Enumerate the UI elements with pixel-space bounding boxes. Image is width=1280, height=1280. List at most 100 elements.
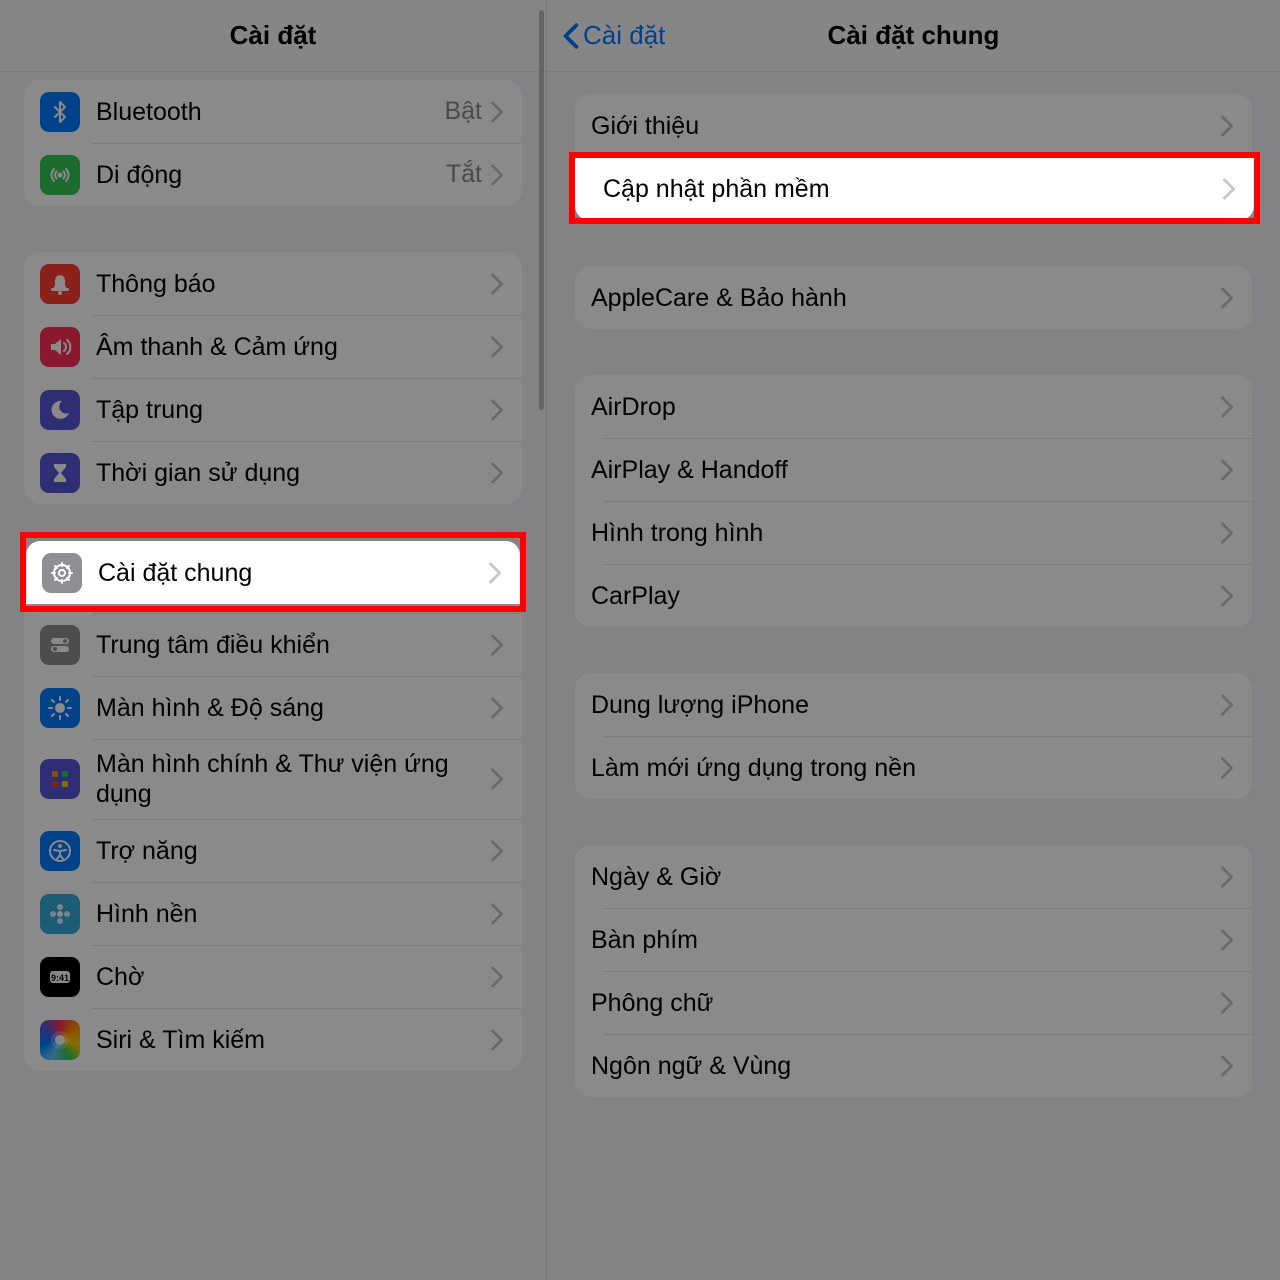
- gear-icon: [40, 562, 80, 602]
- row-label: Hình trong hình: [591, 518, 1220, 548]
- chevron-right-icon: [490, 571, 504, 593]
- antenna-icon: [40, 155, 80, 195]
- chevron-right-icon: [1220, 459, 1234, 481]
- chevron-right-icon: [1220, 287, 1234, 309]
- chevron-right-icon: [1220, 585, 1234, 607]
- row-label: CarPlay: [591, 581, 1220, 611]
- bell-icon: [40, 264, 80, 304]
- group-general: Cài đặt chung Trung tâm điều khiển Màn h…: [24, 550, 522, 1071]
- row-label: Âm thanh & Cảm ứng: [96, 332, 490, 362]
- group-intl: Ngày & Giờ Bàn phím Phông chữ Ngôn ngữ &…: [575, 845, 1252, 1097]
- accessibility-icon: [40, 831, 80, 871]
- settings-pane: Cài đặt Bluetooth Bật Di động Tắt Thông …: [0, 0, 546, 1280]
- row-bg-refresh[interactable]: Làm mới ứng dụng trong nền: [575, 736, 1252, 799]
- moon-icon: [40, 390, 80, 430]
- row-standby[interactable]: Chờ: [24, 945, 522, 1008]
- row-label: Di động: [96, 160, 446, 190]
- row-general[interactable]: Cài đặt chung: [24, 550, 522, 613]
- chevron-right-icon: [490, 273, 504, 295]
- row-focus[interactable]: Tập trung: [24, 378, 522, 441]
- row-label: Trung tâm điều khiển: [96, 630, 490, 660]
- row-wallpaper[interactable]: Hình nền: [24, 882, 522, 945]
- row-sounds[interactable]: Âm thanh & Cảm ứng: [24, 315, 522, 378]
- speaker-icon: [40, 327, 80, 367]
- group-connectivity: Bluetooth Bật Di động Tắt: [24, 80, 522, 206]
- bluetooth-icon: [40, 92, 80, 132]
- row-label: Màn hình & Độ sáng: [96, 693, 490, 723]
- row-label: Màn hình chính & Thư viện ứng dụng: [96, 749, 490, 809]
- chevron-right-icon: [1220, 178, 1234, 200]
- row-home-screen[interactable]: Màn hình chính & Thư viện ứng dụng: [24, 739, 522, 819]
- chevron-right-icon: [490, 697, 504, 719]
- row-label: AirPlay & Handoff: [591, 455, 1220, 485]
- chevron-right-icon: [490, 966, 504, 988]
- row-display[interactable]: Màn hình & Độ sáng: [24, 676, 522, 739]
- siri-icon: [40, 1020, 80, 1060]
- chevron-right-icon: [490, 462, 504, 484]
- group-air: AirDrop AirPlay & Handoff Hình trong hìn…: [575, 375, 1252, 627]
- chevron-right-icon: [1220, 694, 1234, 716]
- back-button[interactable]: Cài đặt: [563, 20, 665, 51]
- row-airdrop[interactable]: AirDrop: [575, 375, 1252, 438]
- row-keyboard[interactable]: Bàn phím: [575, 908, 1252, 971]
- row-label: Giới thiệu: [591, 111, 1220, 141]
- row-notifications[interactable]: Thông báo: [24, 252, 522, 315]
- chevron-right-icon: [1220, 115, 1234, 137]
- row-label: Bàn phím: [591, 925, 1220, 955]
- row-label: AppleCare & Bảo hành: [591, 283, 1220, 313]
- row-label: Hình nền: [96, 899, 490, 929]
- chevron-right-icon: [490, 903, 504, 925]
- chevron-right-icon: [490, 101, 504, 123]
- row-pip[interactable]: Hình trong hình: [575, 501, 1252, 564]
- row-about[interactable]: Giới thiệu: [575, 94, 1252, 157]
- row-label: Thông báo: [96, 269, 490, 299]
- row-carplay[interactable]: CarPlay: [575, 564, 1252, 627]
- row-bluetooth[interactable]: Bluetooth Bật: [24, 80, 522, 143]
- group-about: Giới thiệu Cập nhật phần mềm: [575, 94, 1252, 220]
- chevron-left-icon: [563, 23, 579, 49]
- switches-icon: [40, 625, 80, 665]
- group-applecare: AppleCare & Bảo hành: [575, 266, 1252, 329]
- hourglass-icon: [40, 453, 80, 493]
- row-screen-time[interactable]: Thời gian sử dụng: [24, 441, 522, 504]
- row-control-center[interactable]: Trung tâm điều khiển: [24, 613, 522, 676]
- chevron-right-icon: [1220, 1055, 1234, 1077]
- row-airplay[interactable]: AirPlay & Handoff: [575, 438, 1252, 501]
- row-cellular[interactable]: Di động Tắt: [24, 143, 522, 206]
- clock-icon: [40, 957, 80, 997]
- row-siri[interactable]: Siri & Tìm kiếm: [24, 1008, 522, 1071]
- row-accessibility[interactable]: Trợ năng: [24, 819, 522, 882]
- chevron-right-icon: [1220, 866, 1234, 888]
- scrollbar[interactable]: [539, 10, 544, 410]
- settings-scroll[interactable]: Bluetooth Bật Di động Tắt Thông báo Âm t…: [0, 80, 546, 1071]
- row-fonts[interactable]: Phông chữ: [575, 971, 1252, 1034]
- chevron-right-icon: [490, 336, 504, 358]
- row-label: Tập trung: [96, 395, 490, 425]
- row-label: Bluetooth: [96, 97, 444, 127]
- row-software-update[interactable]: Cập nhật phần mềm: [575, 157, 1252, 220]
- chevron-right-icon: [490, 634, 504, 656]
- back-label: Cài đặt: [583, 20, 665, 51]
- row-label: AirDrop: [591, 392, 1220, 422]
- row-date-time[interactable]: Ngày & Giờ: [575, 845, 1252, 908]
- general-navbar: Cài đặt Cài đặt chung: [547, 0, 1280, 72]
- row-label: Dung lượng iPhone: [591, 690, 1220, 720]
- settings-navbar: Cài đặt: [0, 0, 546, 72]
- row-label: Cập nhật phần mềm: [591, 174, 1220, 204]
- chevron-right-icon: [1220, 757, 1234, 779]
- row-storage[interactable]: Dung lượng iPhone: [575, 673, 1252, 736]
- row-label: Làm mới ứng dụng trong nền: [591, 753, 1220, 783]
- row-language[interactable]: Ngôn ngữ & Vùng: [575, 1034, 1252, 1097]
- row-label: Chờ: [96, 962, 490, 992]
- row-applecare[interactable]: AppleCare & Bảo hành: [575, 266, 1252, 329]
- sun-icon: [40, 688, 80, 728]
- chevron-right-icon: [1220, 929, 1234, 951]
- row-label: Thời gian sử dụng: [96, 458, 490, 488]
- general-title: Cài đặt chung: [828, 20, 1000, 51]
- general-scroll[interactable]: Giới thiệu Cập nhật phần mềm AppleCare &…: [547, 94, 1280, 1097]
- row-label: Cài đặt chung: [96, 567, 490, 597]
- chevron-right-icon: [490, 1029, 504, 1051]
- row-value: Bật: [444, 97, 482, 126]
- chevron-right-icon: [1220, 992, 1234, 1014]
- chevron-right-icon: [490, 399, 504, 421]
